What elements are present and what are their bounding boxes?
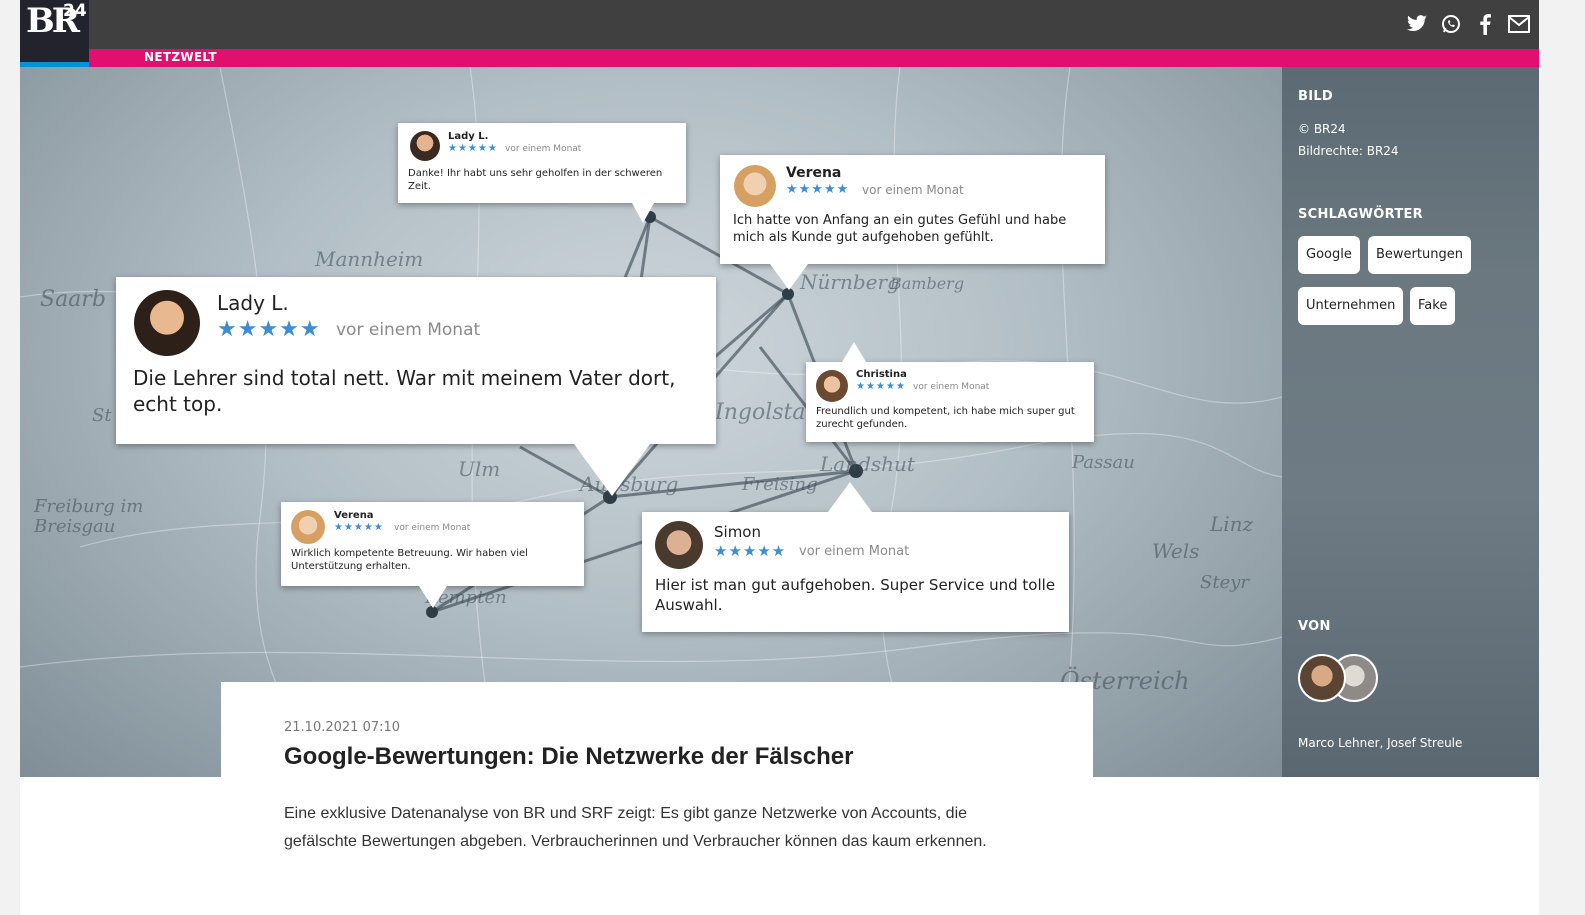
- review-time: vor einem Monat: [799, 544, 910, 559]
- review-card: Christina ★★★★★ vor einem Monat Freundli…: [806, 342, 1094, 442]
- social-share-bar: [1405, 12, 1531, 36]
- map-label: Ulm: [458, 457, 501, 481]
- von-heading: VON: [1298, 619, 1331, 634]
- review-text: Freundlich und kompetent, ich habe mich …: [816, 406, 1075, 430]
- reviewer-name: Simon: [714, 523, 761, 541]
- review-card: Verena ★★★★★ vor einem Monat Ich hatte v…: [720, 155, 1105, 290]
- br24-logo[interactable]: BR 24: [20, 0, 89, 67]
- reviewer-name: Verena: [334, 510, 374, 521]
- category-link[interactable]: NETZWELT: [144, 50, 217, 64]
- review-text: Hier ist man gut aufgehoben. Super Servi…: [655, 576, 1056, 614]
- bubble-tail: [419, 586, 447, 608]
- map-label: Linz: [1210, 512, 1254, 536]
- tags-heading: SCHLAGWÖRTER: [1298, 207, 1423, 222]
- review-text: Danke! Ihr habt uns sehr geholfen in der…: [408, 168, 663, 192]
- map-label: Freiburg im Breisgau: [34, 496, 144, 537]
- image-copyright: © BR24: [1298, 122, 1346, 136]
- article-title: Google-Bewertungen: Die Netzwerke der Fä…: [284, 743, 854, 770]
- map-label: Wels: [1152, 539, 1200, 563]
- reviewer-avatar: [134, 290, 200, 356]
- bubble-tail: [842, 342, 866, 362]
- review-text: Ich hatte von Anfang an ein gutes Gefühl…: [733, 213, 1067, 245]
- author-avatar[interactable]: [1298, 654, 1346, 702]
- reviewer-name: Verena: [786, 165, 842, 181]
- reviewer-name: Christina: [856, 369, 907, 380]
- reviewer-avatar: [734, 165, 776, 207]
- reviewer-avatar: [410, 131, 440, 161]
- review-card: Verena ★★★★★ vor einem Monat Wirklich ko…: [281, 502, 584, 608]
- bild-heading: BILD: [1298, 89, 1334, 104]
- review-time: vor einem Monat: [862, 183, 964, 197]
- map-label: Mannheim: [315, 247, 424, 271]
- review-text: Die Lehrer sind total nett. War mit mein…: [133, 366, 676, 416]
- whatsapp-icon[interactable]: [1439, 12, 1463, 36]
- image-rights: Bildrechte: BR24: [1298, 144, 1399, 158]
- reviewer-avatar: [816, 370, 848, 402]
- twitter-icon[interactable]: [1405, 12, 1429, 36]
- rating-stars: ★★★★★: [856, 381, 906, 392]
- tag-unternehmen[interactable]: Unternehmen: [1298, 287, 1404, 325]
- tag-fake[interactable]: Fake: [1410, 287, 1456, 325]
- page-frame: BR 24 NETZWELT Mannheim Saarb Nürnberg B…: [20, 0, 1539, 915]
- bubble-tail: [828, 482, 872, 512]
- review-card: Simon ★★★★★ vor einem Monat Hier ist man…: [642, 482, 1069, 632]
- reviewer-name: Lady L.: [448, 131, 489, 142]
- logo-number: 24: [63, 1, 87, 21]
- mail-icon[interactable]: [1507, 12, 1531, 36]
- hero-image: Mannheim Saarb Nürnberg Bamberg Ingolsta…: [20, 67, 1282, 777]
- facebook-icon[interactable]: [1473, 12, 1497, 36]
- map-label: Freising: [742, 474, 818, 495]
- map-label: Ingolsta: [715, 400, 806, 425]
- category-bar: NETZWELT: [89, 49, 1539, 67]
- image-info-sidebar: BILD © BR24 Bildrechte: BR24 SCHLAGWÖRTE…: [1282, 67, 1539, 777]
- rating-stars: ★★★★★: [448, 143, 498, 154]
- reviewer-name: Lady L.: [217, 291, 289, 315]
- map-label: Landshut: [820, 452, 915, 476]
- map-label: Steyr: [1200, 572, 1249, 593]
- top-navigation-bar: [20, 0, 1539, 49]
- map-label: Bamberg: [890, 274, 965, 293]
- review-time: vor einem Monat: [505, 144, 582, 154]
- review-text: Wirklich kompetente Betreuung. Wir haben…: [291, 548, 528, 572]
- author-names[interactable]: Marco Lehner, Josef Streule: [1298, 736, 1462, 750]
- rating-stars: ★★★★★: [334, 522, 384, 533]
- review-time: vor einem Monat: [913, 382, 990, 392]
- bubble-tail: [574, 444, 650, 496]
- rating-stars: ★★★★★: [714, 542, 787, 560]
- map-label: St: [92, 405, 112, 426]
- rating-stars: ★★★★★: [786, 182, 850, 197]
- review-time: vor einem Monat: [394, 523, 471, 533]
- map-label: Saarb: [40, 287, 106, 312]
- reviewer-avatar: [655, 521, 703, 569]
- article-date: 21.10.2021 07:10: [284, 720, 401, 735]
- map-label: Nürnberg: [800, 270, 900, 294]
- bubble-tail: [770, 264, 808, 290]
- article-lead: Eine exklusive Datenanalyse von BR und S…: [284, 805, 987, 850]
- author-avatars: [1298, 654, 1388, 706]
- rating-stars: ★★★★★: [217, 317, 321, 342]
- reviewer-avatar: [291, 510, 325, 544]
- review-card: Lady L. ★★★★★ vor einem Monat Die Lehrer…: [116, 277, 716, 496]
- tag-bewertungen[interactable]: Bewertungen: [1368, 236, 1471, 274]
- map-label: Passau: [1072, 452, 1135, 473]
- review-card: Lady L. ★★★★★ vor einem Monat Danke! Ihr…: [398, 123, 686, 223]
- tag-google[interactable]: Google: [1298, 236, 1360, 274]
- review-time: vor einem Monat: [336, 320, 481, 340]
- bubble-tail: [632, 203, 654, 223]
